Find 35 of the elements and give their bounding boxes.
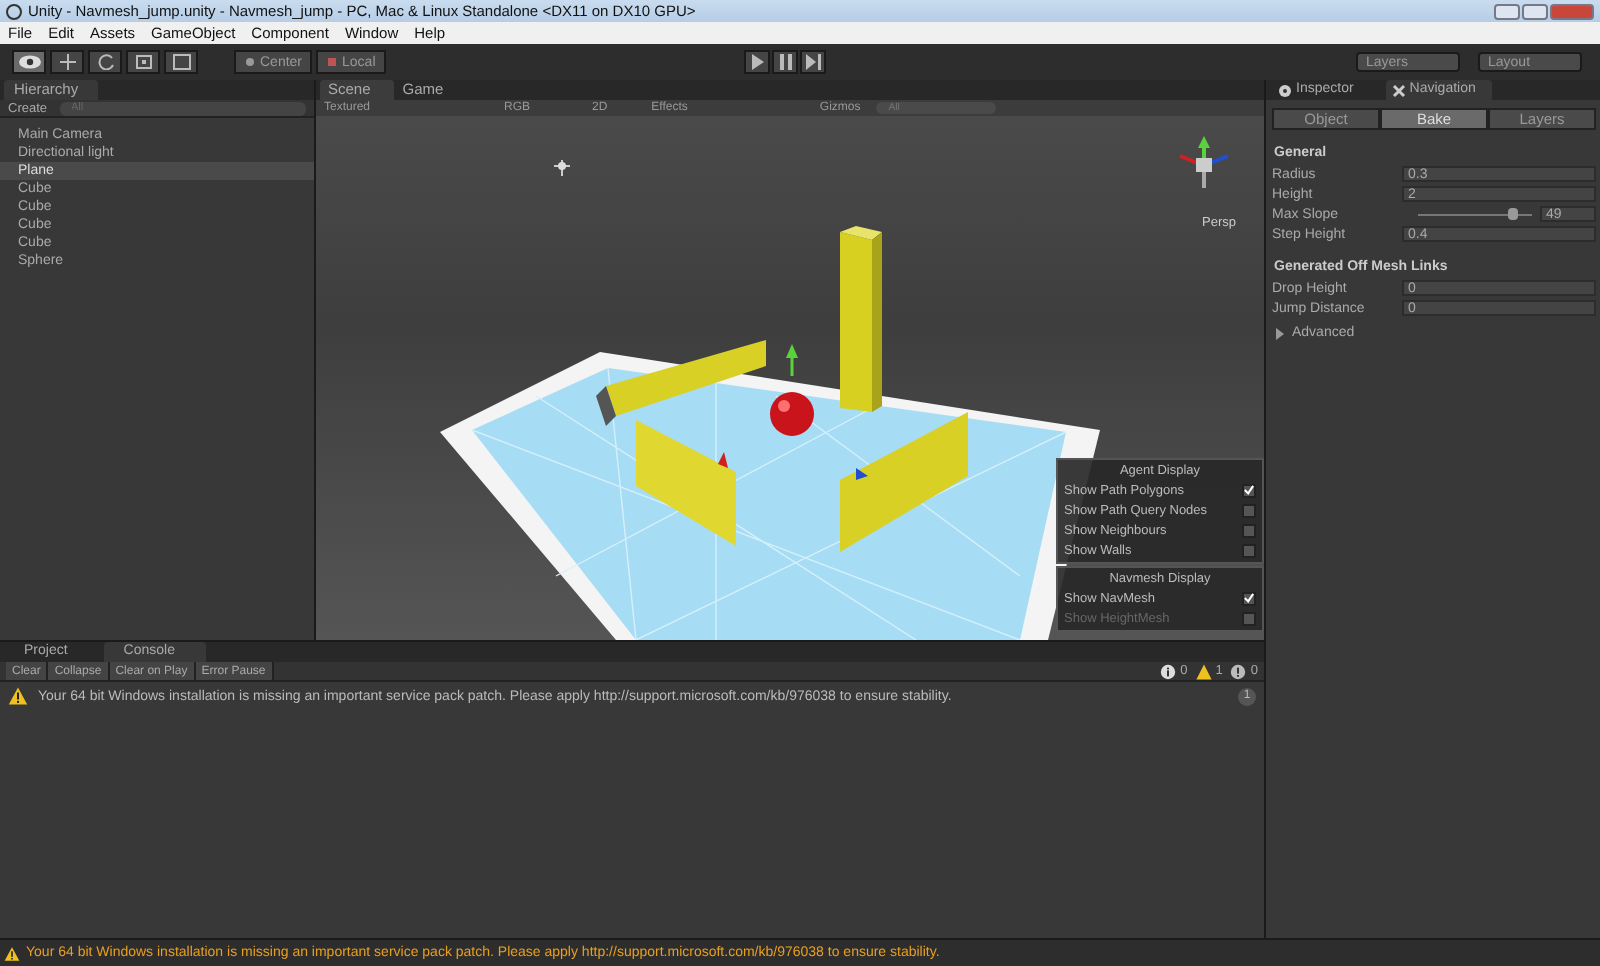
warning-icon xyxy=(8,686,28,706)
checkmark-icon xyxy=(1244,592,1254,604)
close-button[interactable] xyxy=(1550,3,1594,19)
checkbox[interactable] xyxy=(1242,483,1256,497)
eye-icon xyxy=(17,54,41,70)
pause-icon xyxy=(777,54,793,70)
play-button[interactable] xyxy=(744,50,770,74)
pivot-icon xyxy=(244,56,256,68)
rotate-icon xyxy=(93,54,117,70)
slider-thumb[interactable] xyxy=(1507,208,1518,220)
app-icon xyxy=(6,3,22,19)
slider[interactable] xyxy=(1418,206,1532,222)
move-icon xyxy=(55,54,79,70)
move-tool-button[interactable] xyxy=(50,50,84,74)
navigation-icon xyxy=(1391,83,1406,97)
pause-button[interactable] xyxy=(772,50,798,74)
play-icon xyxy=(749,54,765,70)
checkmark-icon xyxy=(1244,484,1254,496)
local-icon xyxy=(326,56,339,68)
checkbox[interactable] xyxy=(1242,503,1256,517)
rect-tool-tool-button[interactable] xyxy=(164,50,198,74)
checkbox[interactable] xyxy=(1242,543,1256,557)
scale-tool-button[interactable] xyxy=(126,50,160,74)
scale-icon xyxy=(131,54,155,70)
minimize-button[interactable] xyxy=(1494,3,1520,19)
rect-tool-icon xyxy=(169,54,193,70)
eye-tool-button[interactable] xyxy=(12,50,46,74)
checkbox[interactable] xyxy=(1242,523,1256,537)
step-icon xyxy=(805,54,821,70)
checkbox[interactable] xyxy=(1242,591,1256,605)
rotate-tool-button[interactable] xyxy=(88,50,122,74)
step-button[interactable] xyxy=(800,50,826,74)
foldout-arrow-icon xyxy=(1274,327,1286,339)
maximize-button[interactable] xyxy=(1522,3,1548,19)
light-icon xyxy=(550,156,574,180)
